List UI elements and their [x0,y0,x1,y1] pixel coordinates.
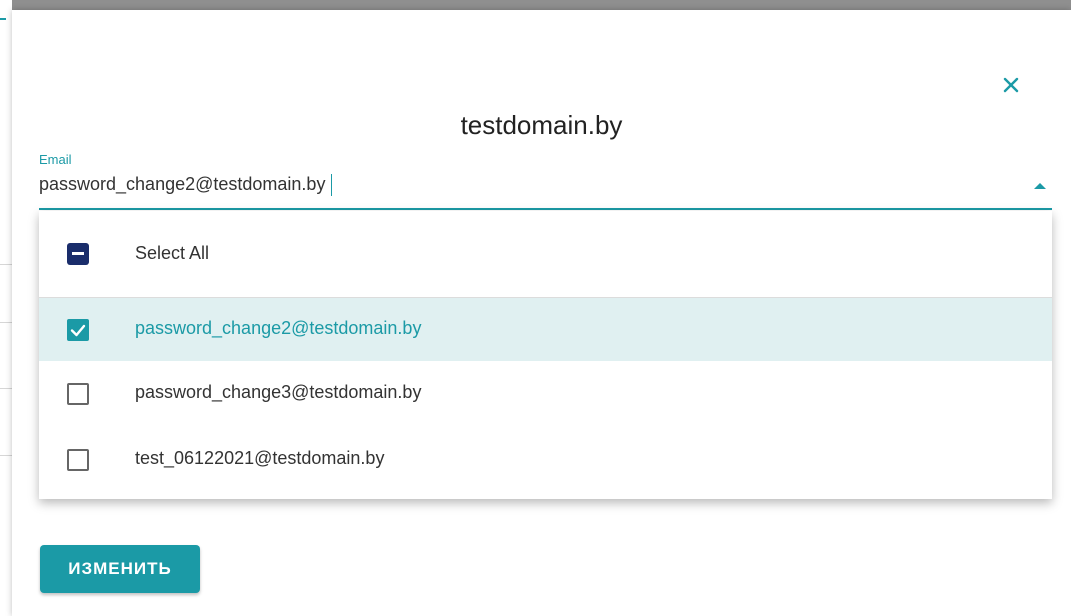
email-select[interactable]: Email password_change2@testdomain.by [39,150,1052,210]
email-dropdown-list: Select All password_change2@testdomain.b… [39,211,1052,499]
close-icon [1003,77,1019,93]
option-email[interactable]: password_change2@testdomain.by [39,298,1052,361]
indeterminate-dash [72,252,84,255]
option-label: Select All [135,243,210,263]
checkbox-unchecked-icon[interactable] [67,383,89,405]
checkbox-checked-icon[interactable] [67,319,89,341]
background-divider [0,455,12,456]
background-page [0,0,12,616]
submit-button[interactable]: ИЗМЕНИТЬ [40,545,200,593]
email-value: password_change2@testdomain.by [39,174,326,194]
background-divider [0,388,12,389]
checkmark-icon [70,324,86,337]
background-divider [0,264,12,265]
option-select-all[interactable]: Select All [39,211,1052,298]
email-input[interactable]: password_change2@testdomain.by [39,174,333,197]
close-button[interactable] [996,70,1026,100]
option-label: password_change3@testdomain.by [135,382,422,402]
dialog-title: testdomain.by [460,110,623,140]
dropdown-arrow-up-icon[interactable] [1034,183,1046,189]
checkbox-indeterminate-icon[interactable] [67,243,89,265]
background-divider [0,322,12,323]
edit-dialog: testdomain.by Email password_change2@tes… [12,10,1071,616]
background-accent-line [0,18,6,20]
checkbox-unchecked-icon[interactable] [67,449,89,471]
option-email[interactable]: password_change3@testdomain.by [39,361,1052,427]
option-email[interactable]: test_06122021@testdomain.by [39,427,1052,493]
text-caret [331,174,333,197]
option-label: password_change2@testdomain.by [135,318,422,338]
email-label: Email [39,152,72,167]
option-label: test_06122021@testdomain.by [135,448,385,468]
